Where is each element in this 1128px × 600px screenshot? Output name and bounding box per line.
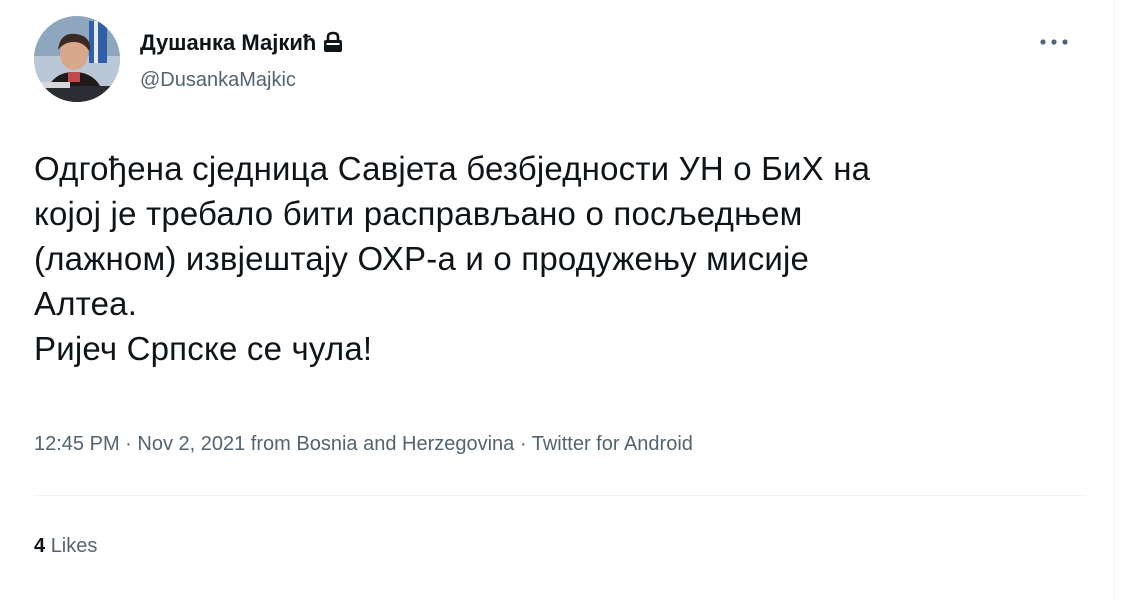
avatar-image [34, 16, 120, 102]
tweet-card: Душанка Мајкић @DusankaMajkic Одгођена с… [0, 0, 1128, 600]
likes-link[interactable]: 4 Likes [34, 532, 97, 560]
tweet-date-link[interactable]: Nov 2, 2021 [137, 433, 245, 455]
tweet-text-line: Ријеч Српске се чула! [34, 330, 373, 367]
tweet-text-line: Одгођена сједница Савјета безбједности У… [34, 150, 871, 187]
tweet-source-link[interactable]: Twitter for Android [532, 433, 693, 455]
meta-separator: · [514, 433, 532, 455]
avatar[interactable] [34, 16, 120, 102]
likes-count: 4 [34, 535, 46, 557]
author-name-text: Душанка Мајкић [140, 30, 317, 55]
author-handle[interactable]: @DusankaMajkic [140, 68, 296, 92]
tweet-text-line: Алтеа. [34, 285, 138, 322]
tweet-text-line: (лажном) извјештају ОХР-а и о продужењу … [34, 240, 810, 277]
lock-icon [322, 31, 344, 59]
meta-separator: · [119, 433, 138, 455]
divider [34, 495, 1086, 496]
tweet-time-link[interactable]: 12:45 PM [34, 433, 120, 455]
likes-label: Likes [50, 535, 98, 557]
tweet-text-line: којој је требало бити расправљано о посљ… [34, 195, 803, 232]
tweet-text: Одгођена сједница Савјета безбједности У… [34, 146, 1104, 371]
location-prefix: from [245, 433, 297, 455]
author-display-name[interactable]: Душанка Мајкић [140, 30, 344, 59]
tweet-location-link[interactable]: Bosnia and Herzegovina [296, 433, 514, 455]
card-border [1114, 0, 1115, 600]
more-options-icon[interactable] [1024, 30, 1084, 54]
tweet-metadata: 12:45 PM · Nov 2, 2021 from Bosnia and H… [34, 430, 693, 458]
